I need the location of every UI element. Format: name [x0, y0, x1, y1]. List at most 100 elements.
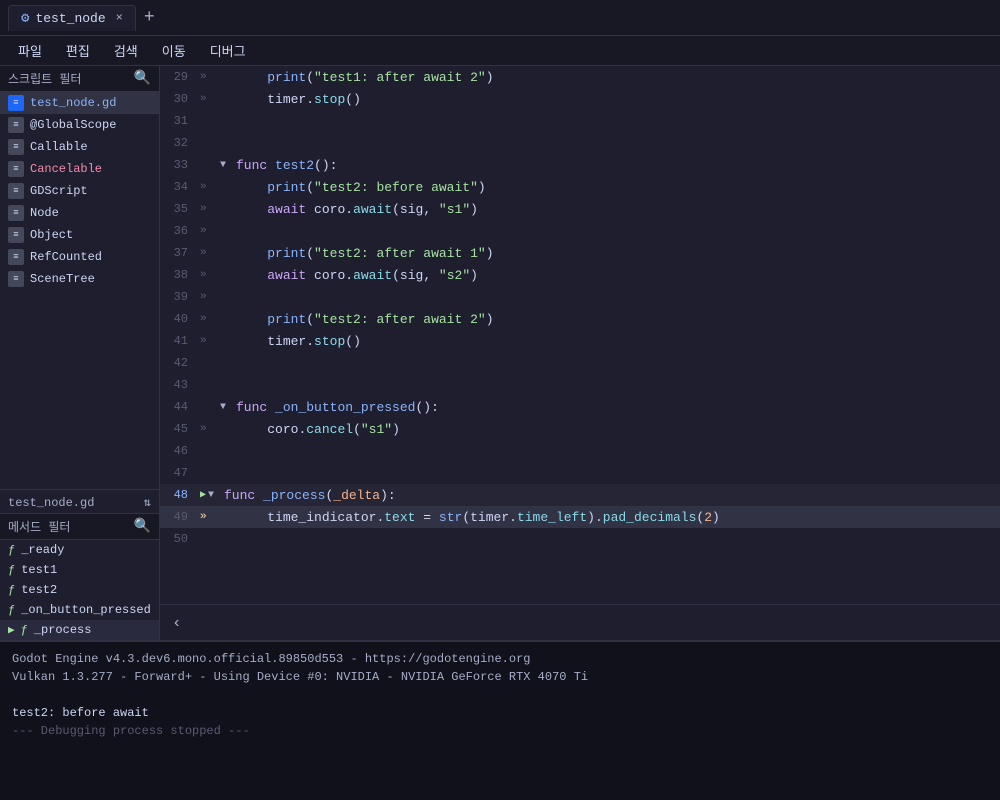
- line-number-31: 31: [160, 114, 200, 128]
- code-line-43: 43: [160, 374, 1000, 396]
- method-label-on-button-pressed: _on_button_pressed: [21, 603, 151, 617]
- line-arrow-49: »: [200, 511, 220, 523]
- sidebar-item-gdscript[interactable]: ≡ GDScript: [0, 180, 159, 202]
- code-line-49: 49 » time_indicator.text = str(timer.tim…: [160, 506, 1000, 528]
- sidebar-item-global-scope[interactable]: ≡ @GlobalScope: [0, 114, 159, 136]
- code-line-46: 46: [160, 440, 1000, 462]
- sidebar-item-label: test_node.gd: [30, 96, 116, 110]
- sort-icon[interactable]: ⇅: [144, 495, 151, 510]
- method-list: ƒ _ready ƒ test1 ƒ test2 ƒ _on_button_pr…: [0, 540, 159, 640]
- code-line-33: 33 ▼ func test2():: [160, 154, 1000, 176]
- method-item-on-button-pressed[interactable]: ƒ _on_button_pressed: [0, 600, 159, 620]
- line-number-38: 38: [160, 268, 200, 282]
- line-content-33: func test2():: [234, 158, 1000, 173]
- code-line-34: 34 » print("test2: before await"): [160, 176, 1000, 198]
- sidebar-item-label: GDScript: [30, 184, 88, 198]
- active-tab[interactable]: ⚙ test_node ×: [8, 5, 136, 31]
- menu-edit[interactable]: 편집: [56, 39, 100, 62]
- line-number-39: 39: [160, 290, 200, 304]
- method-icon-ready: ƒ: [8, 543, 15, 557]
- fold-33: ▼: [220, 160, 234, 171]
- line-arrow-37: »: [200, 247, 220, 259]
- line-arrow-29: »: [200, 71, 220, 83]
- tab-close-button[interactable]: ×: [116, 11, 123, 25]
- line-arrow-30: »: [200, 93, 220, 105]
- line-number-29: 29: [160, 70, 200, 84]
- tab-label: test_node: [35, 11, 105, 26]
- line-content-45: coro.cancel("s1"): [234, 422, 1000, 437]
- item-icon-test-node: ≡: [8, 95, 24, 111]
- sidebar-item-refcounted[interactable]: ≡ RefCounted: [0, 246, 159, 268]
- sidebar-item-node[interactable]: ≡ Node: [0, 202, 159, 224]
- method-item-test2[interactable]: ƒ test2: [0, 580, 159, 600]
- line-content-35: await coro.await(sig, "s1"): [234, 202, 1000, 217]
- code-line-41: 41 » timer.stop(): [160, 330, 1000, 352]
- console-line-5: --- Debugging process stopped ---: [12, 722, 988, 740]
- line-number-43: 43: [160, 378, 200, 392]
- line-content-44: func _on_button_pressed():: [234, 400, 1000, 415]
- line-arrow-39: »: [200, 291, 220, 303]
- menu-search[interactable]: 검색: [104, 39, 148, 62]
- script-filter-icon[interactable]: 🔍: [134, 70, 151, 87]
- sidebar-item-label: RefCounted: [30, 250, 102, 264]
- code-line-30: 30 » timer.stop(): [160, 88, 1000, 110]
- method-item-test1[interactable]: ƒ test1: [0, 560, 159, 580]
- menu-debug[interactable]: 디버그: [200, 39, 256, 62]
- line-content-29: print("test1: after await 2"): [234, 70, 1000, 85]
- line-number-42: 42: [160, 356, 200, 370]
- code-line-31: 31: [160, 110, 1000, 132]
- tab-file-icon: ⚙: [21, 10, 29, 27]
- code-line-39: 39 »: [160, 286, 1000, 308]
- sidebar-item-scenetree[interactable]: ≡ SceneTree: [0, 268, 159, 290]
- line-content-30: timer.stop(): [234, 92, 1000, 107]
- line-number-33: 33: [160, 158, 200, 172]
- console-line-3: [12, 686, 988, 704]
- sidebar-filename: test_node.gd: [8, 496, 94, 510]
- back-chevron-button[interactable]: ‹: [172, 614, 182, 632]
- sidebar-item-object[interactable]: ≡ Object: [0, 224, 159, 246]
- exec-indicator-48: ▶: [200, 489, 208, 501]
- code-line-38: 38 » await coro.await(sig, "s2"): [160, 264, 1000, 286]
- sidebar-item-cancelable[interactable]: ≡ Cancelable: [0, 158, 159, 180]
- line-number-48: 48: [160, 488, 200, 502]
- code-line-47: 47: [160, 462, 1000, 484]
- line-content-34: print("test2: before await"): [234, 180, 1000, 195]
- sidebar-divider: [0, 489, 159, 490]
- code-line-48: 48 ▶ ▼ func _process(_delta):: [160, 484, 1000, 506]
- method-icon-test1: ƒ: [8, 563, 15, 577]
- console-area: Godot Engine v4.3.dev6.mono.official.898…: [0, 640, 1000, 800]
- code-line-37: 37 » print("test2: after await 1"): [160, 242, 1000, 264]
- line-content-48: func _process(_delta):: [222, 488, 1000, 503]
- item-icon-node: ≡: [8, 205, 24, 221]
- method-filter-icon[interactable]: 🔍: [134, 518, 151, 535]
- method-item-process[interactable]: ▶ ƒ _process: [0, 620, 159, 640]
- menu-bar: 파일 편집 검색 이동 디버그: [0, 36, 1000, 66]
- fold-48: ▼: [208, 490, 222, 501]
- line-content-37: print("test2: after await 1"): [234, 246, 1000, 261]
- sidebar-item-label: Node: [30, 206, 59, 220]
- code-line-44: 44 ▼ func _on_button_pressed():: [160, 396, 1000, 418]
- line-number-45: 45: [160, 422, 200, 436]
- method-label-test2: test2: [21, 583, 57, 597]
- code-line-29: 29 » print("test1: after await 2"): [160, 66, 1000, 88]
- line-arrow-41: »: [200, 335, 220, 347]
- menu-file[interactable]: 파일: [8, 39, 52, 62]
- code-line-40: 40 » print("test2: after await 2"): [160, 308, 1000, 330]
- menu-goto[interactable]: 이동: [152, 39, 196, 62]
- method-item-ready[interactable]: ƒ _ready: [0, 540, 159, 560]
- method-label-ready: _ready: [21, 543, 64, 557]
- line-number-34: 34: [160, 180, 200, 194]
- new-tab-button[interactable]: +: [144, 8, 155, 28]
- line-number-49: 49: [160, 510, 200, 524]
- script-filter-row: 스크립트 필터 🔍: [0, 66, 159, 92]
- sidebar-item-test-node-gd[interactable]: ≡ test_node.gd: [0, 92, 159, 114]
- sidebar-item-callable[interactable]: ≡ Callable: [0, 136, 159, 158]
- code-editor[interactable]: 29 » print("test1: after await 2") 30 » …: [160, 66, 1000, 640]
- line-number-35: 35: [160, 202, 200, 216]
- sidebar-item-label: @GlobalScope: [30, 118, 116, 132]
- item-icon-gdscript: ≡: [8, 183, 24, 199]
- sidebar-filename-row: test_node.gd ⇅: [0, 492, 159, 513]
- line-arrow-40: »: [200, 313, 220, 325]
- item-icon-scenetree: ≡: [8, 271, 24, 287]
- code-line-32: 32: [160, 132, 1000, 154]
